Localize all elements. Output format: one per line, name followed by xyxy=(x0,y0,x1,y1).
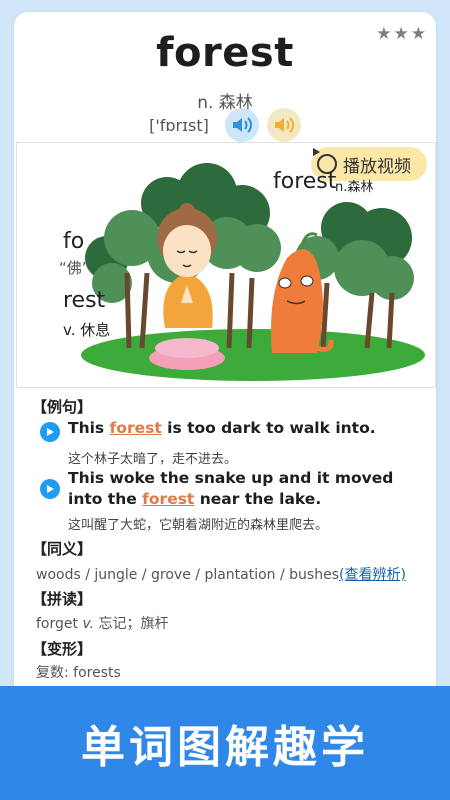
spelling-meaning: 忘记；旗杆 xyxy=(98,616,169,632)
speaker-icon xyxy=(232,117,252,133)
spelling-line: forget v. 忘记；旗杆 xyxy=(36,613,169,633)
synonyms-title: 【同义】 xyxy=(32,540,93,558)
example-1-text-end: is too dark to walk into. xyxy=(161,419,376,437)
speaker-button-uk[interactable] xyxy=(224,108,259,142)
forms-title: 【变形】 xyxy=(32,640,93,658)
phonetic: ['fɒrɪst] xyxy=(149,115,209,135)
banner-text: 单词图解趣学 xyxy=(81,722,369,773)
play-example-1-button[interactable] xyxy=(40,422,60,442)
view-comparison-link[interactable]: (查看辨析) xyxy=(339,567,406,583)
illustration-part1: fo xyxy=(63,229,85,254)
mnemonic-illustration: 播放视频 forest n.森林 fo “佛” rest v. 休息 xyxy=(16,142,436,388)
example-2-text-end: near the lake. xyxy=(194,490,322,508)
example-1-sentence: This forest is too dark to walk into. xyxy=(68,418,432,439)
play-example-2-button[interactable] xyxy=(40,479,60,499)
word-card: ★ ★ ★ forest n. 森林 ['fɒrɪst] 播放视频 forest… xyxy=(14,12,436,712)
illustration-word: forest xyxy=(273,169,337,194)
play-video-label: 播放视频 xyxy=(343,156,411,177)
promo-banner: 单词图解趣学 xyxy=(0,686,450,800)
example-1-text: This xyxy=(68,419,110,437)
example-2-highlight[interactable]: forest xyxy=(142,490,194,508)
illustration-pos: n.森林 xyxy=(335,180,374,195)
examples-title: 【例句】 xyxy=(32,398,93,416)
example-2-sentence: This woke the snake up and it moved into… xyxy=(68,468,432,510)
synonyms-line: woods / jungle / grove / plantation / bu… xyxy=(36,564,406,584)
illustration-part2: rest xyxy=(63,288,106,313)
pronunciation-row: ['fɒrɪst] xyxy=(14,108,436,142)
spelling-word: forget xyxy=(36,616,78,632)
headword: forest xyxy=(156,30,294,76)
speaker-button-us[interactable] xyxy=(266,108,301,142)
illustration-part2-meaning: v. 休息 xyxy=(63,321,111,339)
forms-text: 复数: forests xyxy=(36,665,121,681)
example-2-translation: 这叫醒了大蛇，它朝着湖附近的森林里爬去。 xyxy=(68,518,329,533)
synonyms-text: woods / jungle / grove / plantation / bu… xyxy=(36,567,340,583)
play-icon xyxy=(47,485,54,493)
example-1-highlight[interactable]: forest xyxy=(110,419,162,437)
illustration-part1-hint: “佛” xyxy=(59,259,90,277)
spelling-title: 【拼读】 xyxy=(32,590,93,608)
play-icon xyxy=(47,428,54,436)
speaker-icon xyxy=(274,117,294,133)
example-1-translation: 这个林子太暗了，走不进去。 xyxy=(68,452,238,467)
spelling-pos: v. xyxy=(82,616,95,632)
